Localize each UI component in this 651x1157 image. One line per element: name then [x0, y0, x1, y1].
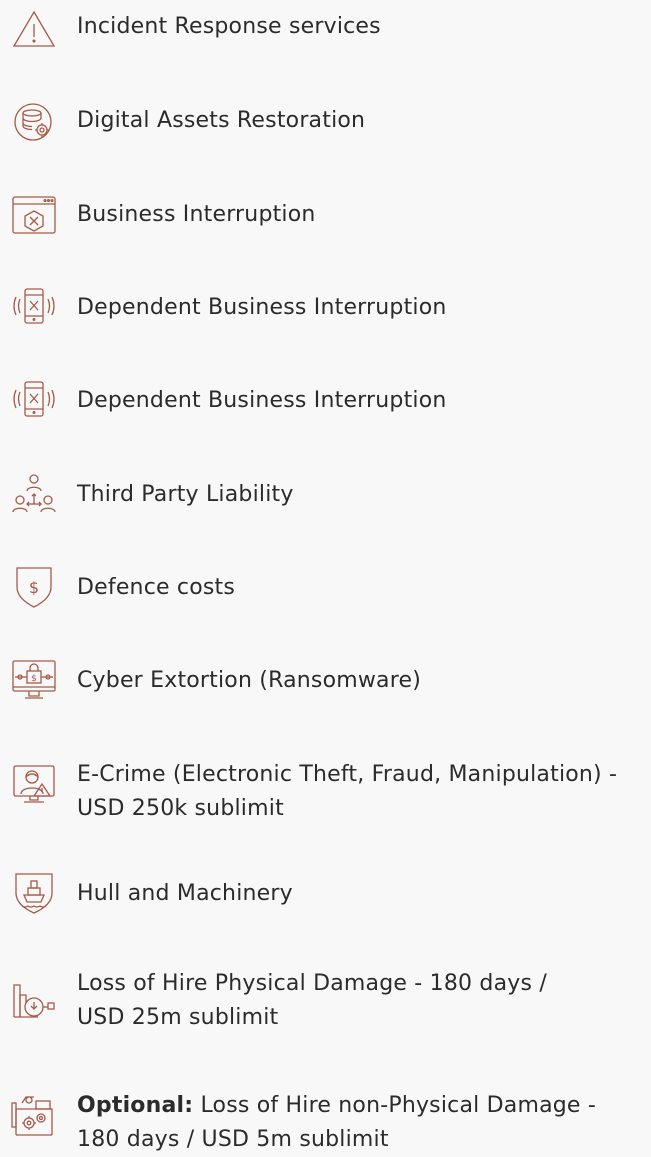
- item-label: Defence costs: [77, 575, 236, 600]
- item-label-line1-rest: Loss of Hire non-Physical Damage -: [193, 1093, 597, 1118]
- item-label-line2: 180 days / USD 5m sublimit: [77, 1127, 389, 1152]
- browser-error-icon: [10, 192, 58, 240]
- item-label: Optional: Loss of Hire non-Physical Dama…: [77, 1089, 643, 1157]
- item-label: Digital Assets Restoration: [77, 108, 366, 133]
- item-label-line1: Loss of Hire Physical Damage - 180 days …: [77, 971, 547, 996]
- machine-gears-icon: [10, 1091, 58, 1139]
- coverage-list: Incident Response services Digital Asset…: [0, 0, 651, 1152]
- optional-label: Optional:: [77, 1093, 194, 1118]
- item-label: Incident Response services: [77, 14, 381, 39]
- svg-text:$: $: [29, 578, 39, 597]
- database-gear-icon: [10, 98, 58, 146]
- item-label-line1: Optional: Loss of Hire non-Physical Dama…: [77, 1089, 643, 1123]
- item-label: Third Party Liability: [77, 482, 294, 507]
- phone-vibrate-x-icon: [10, 376, 58, 424]
- people-network-icon: [10, 470, 58, 518]
- shield-ship-icon: [10, 869, 58, 917]
- phone-vibrate-x-icon: [10, 283, 58, 331]
- svg-text:$: $: [31, 674, 37, 684]
- factory-clock-icon: [10, 977, 58, 1025]
- item-label: E-Crime (Electronic Theft, Fraud, Manipu…: [77, 758, 643, 826]
- item-label: Dependent Business Interruption: [77, 295, 447, 320]
- item-label-line2: USD 250k sublimit: [77, 796, 284, 821]
- item-label: Hull and Machinery: [77, 881, 293, 906]
- item-label: Loss of Hire Physical Damage - 180 days …: [77, 967, 643, 1035]
- item-label-line2: USD 25m sublimit: [77, 1005, 279, 1030]
- item-label: Business Interruption: [77, 202, 316, 227]
- shield-dollar-icon: $: [10, 563, 58, 611]
- monitor-dollar-lock-icon: $: [10, 656, 58, 704]
- item-label: Dependent Business Interruption: [77, 388, 447, 413]
- item-label: Cyber Extortion (Ransomware): [77, 668, 422, 693]
- warning-triangle-icon: [10, 6, 58, 54]
- hacker-monitor-icon: [10, 760, 58, 808]
- item-label-line1: E-Crime (Electronic Theft, Fraud, Manipu…: [77, 762, 618, 787]
